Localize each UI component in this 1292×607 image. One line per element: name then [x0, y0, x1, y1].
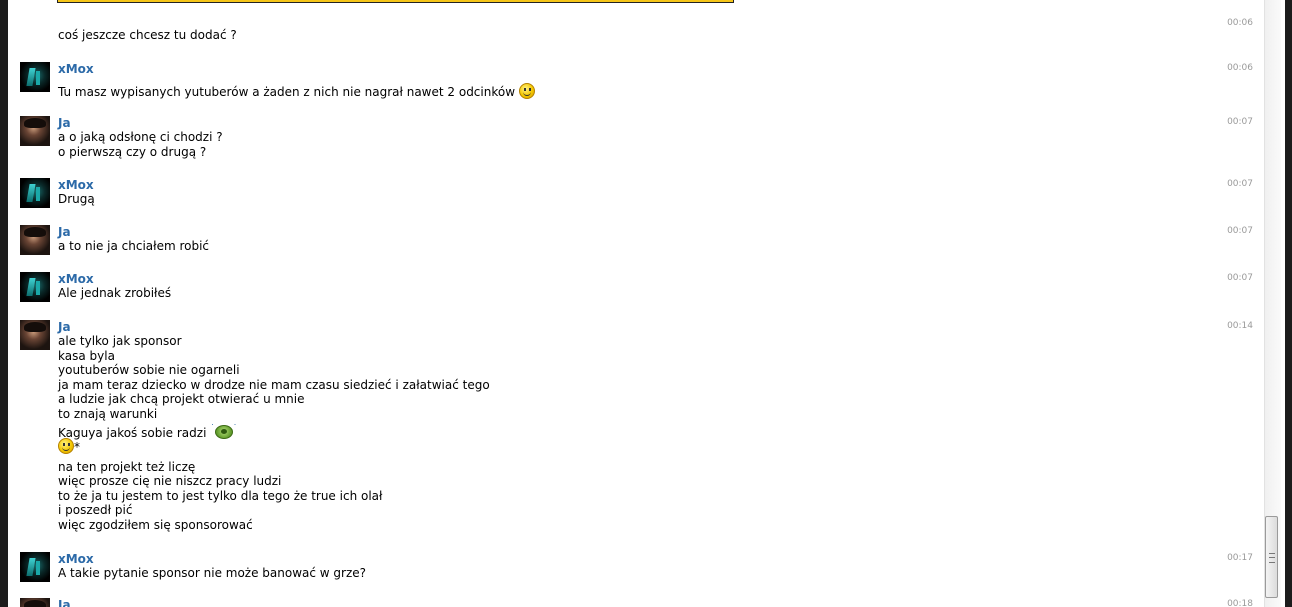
message-author[interactable]: Ja: [58, 598, 71, 607]
message-body: Ale jednak zrobiłeś: [58, 286, 171, 301]
avatar[interactable]: [20, 320, 50, 350]
message-body: coś jeszcze chcesz tu dodać ?: [58, 28, 237, 43]
message-line: A takie pytanie sponsor nie może banować…: [58, 566, 367, 580]
smiley-emoticon-icon: [518, 83, 535, 99]
message-author[interactable]: xMox: [58, 178, 94, 192]
avatar[interactable]: [20, 552, 50, 582]
chat-message: xMox 00:06 Tu masz wypisanych yutuberów …: [20, 62, 1260, 99]
message-body: a to nie ja chciałem robić: [58, 239, 209, 254]
message-line: *: [74, 439, 80, 454]
chat-message: xMox 00:17 A takie pytanie sponsor nie m…: [20, 552, 1260, 584]
message-body: ale tylko jak sponsor kasa byla youtuberów…: [58, 334, 490, 532]
message-line: Tu masz wypisanych yutuberów a żaden z n…: [58, 85, 516, 99]
message-line: coś jeszcze chcesz tu dodać ?: [58, 28, 237, 42]
avatar[interactable]: [20, 272, 50, 302]
message-line: to znają warunki: [58, 406, 158, 421]
chat-message: Ja 00:18: [20, 598, 1260, 607]
avatar[interactable]: [20, 225, 50, 255]
message-timestamp: 00:06: [1227, 18, 1253, 28]
message-timestamp: 00:06: [1227, 63, 1253, 73]
window-right-border: [1285, 0, 1292, 607]
message-line: na ten projekt też liczę: [58, 459, 196, 474]
message-line: to że ja tu jestem to jest tylko dla teg…: [58, 488, 383, 503]
message-line: Ale jednak zrobiłeś: [58, 286, 172, 300]
message-line: ale tylko jak sponsor: [58, 334, 182, 348]
message-line: a to nie ja chciałem robić: [58, 239, 210, 253]
message-line: kasa byla: [58, 348, 115, 363]
message-line: o pierwszą czy o drugą ?: [58, 144, 207, 159]
message-line: Kaguya jakoś sobie radzi: [58, 425, 207, 440]
message-line: ja mam teraz dziecko w drodze nie mam cz…: [58, 377, 490, 392]
avatar[interactable]: [20, 116, 50, 146]
quoted-message-bar: [57, 0, 734, 3]
grip-icon: [1269, 553, 1275, 563]
scrollbar-thumb[interactable]: [1265, 516, 1278, 598]
message-author[interactable]: Ja: [58, 225, 71, 239]
message-body: Drugą: [58, 192, 95, 207]
message-timestamp: 00:14: [1227, 321, 1253, 331]
chat-message: xMox 00:07 Ale jednak zrobiłeś: [20, 272, 1260, 304]
message-timestamp: 00:07: [1227, 226, 1253, 236]
avatar[interactable]: [20, 178, 50, 208]
message-timestamp: 00:07: [1227, 273, 1253, 283]
message-line: i poszedł pić: [58, 503, 133, 518]
turtle-emoticon-icon: [214, 424, 233, 439]
chat-message: Ja 00:14 ale tylko jak sponsor kasa byla y…: [20, 320, 1260, 535]
chat-message: xMox 00:07 Drugą: [20, 178, 1260, 210]
message-author[interactable]: xMox: [58, 62, 94, 76]
window-left-border: [0, 0, 8, 607]
avatar[interactable]: [20, 62, 50, 92]
message-line: więc zgodziłem się sponsorować: [58, 517, 253, 532]
message-line: youtuberów sobie nie ogarneli: [58, 363, 240, 378]
message-author[interactable]: Ja: [58, 320, 71, 334]
chat-message: Ja 00:07 a to nie ja chciałem robić: [20, 225, 1260, 257]
message-line: więc prosze cię nie niszcz pracy ludzi: [58, 474, 282, 489]
message-author[interactable]: xMox: [58, 272, 94, 286]
message-body: Tu masz wypisanych yutuberów a żaden z n…: [58, 83, 535, 100]
message-timestamp: 00:07: [1227, 117, 1253, 127]
message-body: A takie pytanie sponsor nie może banować…: [58, 566, 366, 581]
message-timestamp: 00:18: [1227, 599, 1253, 607]
message-author[interactable]: xMox: [58, 552, 94, 566]
message-body: a o jaką odsłonę ci chodzi ? o pierwszą c…: [58, 130, 223, 159]
message-timestamp: 00:17: [1227, 553, 1253, 563]
message-line: Drugą: [58, 192, 95, 206]
message-line: a o jaką odsłonę ci chodzi ?: [58, 130, 223, 144]
message-timestamp: 00:07: [1227, 179, 1253, 189]
chat-message: 00:06 coś jeszcze chcesz tu dodać ?: [20, 17, 1260, 42]
message-line: a ludzie jak chcą projekt otwierać u mni…: [58, 392, 305, 407]
chat-message: Ja 00:07 a o jaką odsłonę ci chodzi ? o p…: [20, 116, 1260, 162]
message-author[interactable]: Ja: [58, 116, 71, 130]
smiley-emoticon-icon: [58, 437, 74, 454]
avatar[interactable]: [20, 598, 50, 607]
